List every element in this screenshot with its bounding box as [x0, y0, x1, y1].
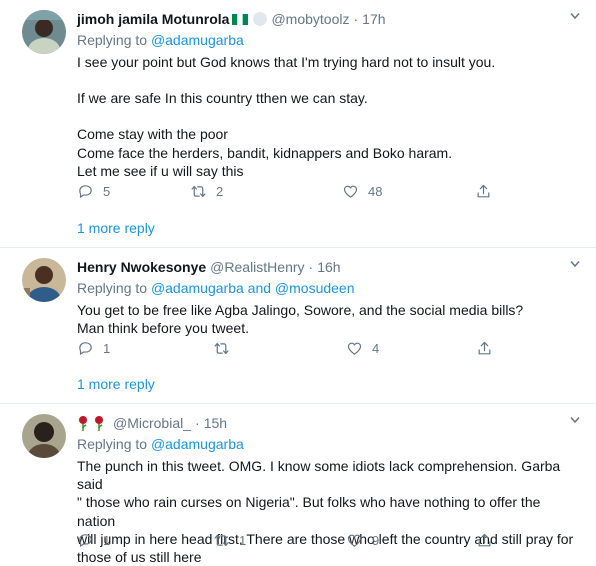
- tweet-text: The punch in this tweet. OMG. I know som…: [77, 457, 582, 566]
- retweet-icon: [214, 342, 229, 355]
- like-icon: [343, 185, 358, 198]
- tweet-line: those of us still here: [77, 549, 202, 566]
- like-icon: [347, 342, 362, 355]
- tweet-line: You get to be free like Agba Jalingo, So…: [77, 302, 524, 318]
- mention-link[interactable]: @adamugarba: [151, 280, 244, 296]
- avatar[interactable]: [22, 258, 66, 302]
- separator-dot: ·: [353, 11, 359, 27]
- mention-link[interactable]: @mosudeen: [275, 280, 355, 296]
- tweet-line: " those who rain curses on Nigeria". But…: [77, 494, 541, 529]
- reply-button[interactable]: 1: [77, 532, 213, 549]
- share-icon: [478, 533, 491, 547]
- tweet-line: Come stay with the poor: [77, 126, 228, 143]
- reply-count: 5: [103, 184, 111, 199]
- like-button[interactable]: 9: [346, 532, 476, 549]
- retweet-count: 1: [239, 533, 247, 548]
- tweet-line: The punch in this tweet. OMG. I know som…: [77, 458, 561, 493]
- tweet-header: jimoh jamila Motunrola @mobytoolz · 17h: [77, 10, 582, 28]
- author-name[interactable]: jimoh jamila Motunrola: [77, 11, 229, 27]
- replying-label: Replying to: [77, 280, 151, 296]
- retweet-icon: [214, 534, 229, 547]
- share-icon: [478, 341, 491, 355]
- tweet-1[interactable]: jimoh jamila Motunrola @mobytoolz · 17h …: [0, 0, 596, 248]
- retweet-button[interactable]: 1: [213, 532, 346, 549]
- retweet-button[interactable]: 2: [190, 183, 342, 200]
- share-button[interactable]: [476, 340, 493, 357]
- nigeria-flag-icon: [232, 13, 249, 25]
- mention-link[interactable]: @adamugarba: [151, 32, 244, 48]
- tweet-header: Henry Nwokesonye @RealistHenry · 16h: [77, 258, 582, 276]
- like-button[interactable]: 4: [346, 340, 476, 357]
- timestamp[interactable]: 15h: [204, 415, 227, 431]
- author-name[interactable]: Henry Nwokesonye: [77, 259, 206, 275]
- retweet-icon: [191, 185, 206, 198]
- reply-count: 1: [103, 341, 111, 356]
- tweet-line: Let me see if u will say this: [77, 162, 244, 179]
- tweet-2[interactable]: Henry Nwokesonye @RealistHenry · 16h Rep…: [0, 248, 596, 404]
- tweet-header: @Microbial_ · 15h: [77, 414, 582, 432]
- replying-label: Replying to: [77, 436, 151, 452]
- reply-icon: [79, 534, 92, 547]
- more-replies-link[interactable]: 1 more reply: [77, 220, 155, 236]
- avatar[interactable]: [22, 10, 66, 54]
- reply-icon: [79, 342, 92, 355]
- rose-icon: [79, 416, 87, 431]
- separator-dot: ·: [308, 259, 314, 275]
- emoji-icon: [253, 12, 268, 26]
- like-count: 4: [372, 341, 380, 356]
- timestamp[interactable]: 17h: [362, 11, 385, 27]
- like-icon: [347, 534, 362, 547]
- tweet-line: I see your point but God knows that I'm …: [77, 54, 496, 70]
- timestamp[interactable]: 16h: [317, 259, 340, 275]
- replying-to: Replying to @adamugarba and @mosudeen: [77, 279, 582, 297]
- separator-dot: ·: [195, 415, 200, 431]
- author-handle[interactable]: @Microbial_: [113, 415, 191, 431]
- tweet-text: I see your point but God knows that I'm …: [77, 53, 582, 180]
- tweet-3[interactable]: @Microbial_ · 15h Replying to @adamugarb…: [0, 404, 596, 566]
- chevron-down-icon[interactable]: [570, 260, 580, 268]
- share-icon: [477, 184, 490, 198]
- share-button[interactable]: [476, 532, 493, 549]
- chevron-down-icon[interactable]: [570, 12, 580, 20]
- author-handle[interactable]: @RealistHenry: [210, 259, 304, 275]
- share-button[interactable]: [475, 183, 492, 200]
- reply-button[interactable]: 1: [77, 340, 213, 357]
- like-count: 48: [368, 184, 383, 199]
- replying-to: Replying to @adamugarba: [77, 435, 582, 453]
- author-handle[interactable]: @mobytoolz: [271, 11, 349, 27]
- reply-count: 1: [103, 533, 111, 548]
- reply-icon: [79, 185, 92, 198]
- retweet-button[interactable]: [213, 340, 346, 357]
- like-count: 9: [372, 533, 380, 548]
- chevron-down-icon[interactable]: [570, 416, 580, 424]
- replying-and: and: [243, 280, 275, 296]
- rose-icon: [95, 416, 103, 431]
- mention-link[interactable]: @adamugarba: [151, 436, 244, 452]
- replying-to: Replying to @adamugarba: [77, 31, 582, 49]
- tweet-line: Man think before you tweet.: [77, 320, 249, 337]
- tweet-line: Come face the herders, bandit, kidnapper…: [77, 144, 453, 161]
- like-button[interactable]: 48: [342, 183, 475, 200]
- retweet-count: 2: [216, 184, 224, 199]
- replying-label: Replying to: [77, 32, 151, 48]
- avatar[interactable]: [22, 414, 66, 458]
- tweet-line: If we are safe In this country tthen we …: [77, 90, 368, 107]
- tweet-text: You get to be free like Agba Jalingo, So…: [77, 301, 582, 337]
- reply-button[interactable]: 5: [77, 183, 190, 200]
- more-replies-link[interactable]: 1 more reply: [77, 376, 155, 392]
